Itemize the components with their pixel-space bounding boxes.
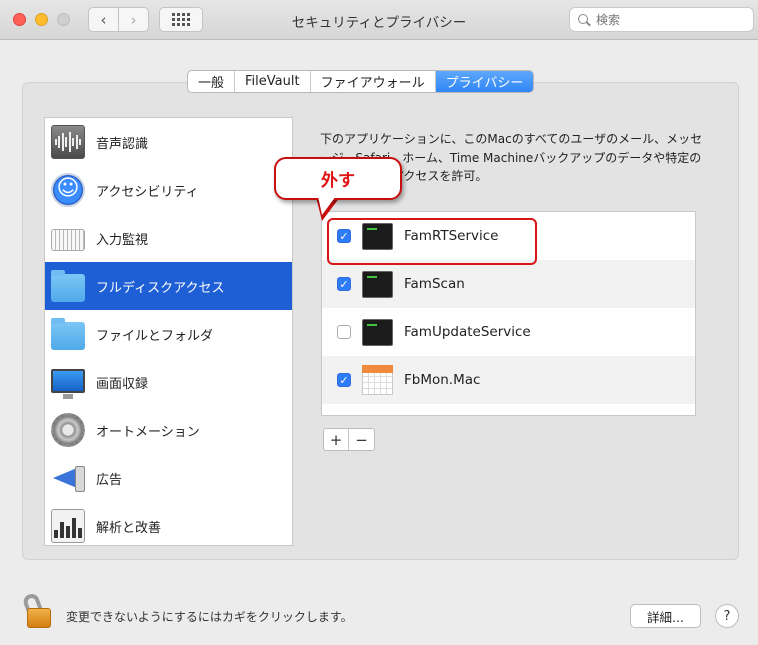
checkbox-fbmon-mac[interactable]: ✓ [337, 373, 351, 387]
add-app-button[interactable]: + [324, 429, 349, 450]
app-name: FamUpdateService [404, 324, 531, 340]
list-item-famscan[interactable]: ✓ FamScan [322, 260, 695, 308]
app-name: FamScan [404, 276, 465, 292]
sidebar-item-input-monitoring[interactable]: 入力監視 [45, 214, 292, 262]
details-button[interactable]: 詳細... [630, 604, 701, 628]
terminal-icon [362, 270, 393, 298]
microphone-waveform-icon [51, 125, 85, 159]
lock-icon[interactable] [21, 591, 53, 630]
gear-icon [51, 413, 85, 447]
highlight-box [327, 218, 537, 265]
tab-bar: 一般 FileVault ファイアウォール プライバシー [187, 70, 535, 93]
search-input[interactable] [596, 12, 746, 27]
sidebar-item-label: 入力監視 [96, 232, 149, 248]
search-field[interactable] [569, 7, 754, 32]
sidebar-item-label: ファイルとフォルダ [96, 328, 214, 344]
sidebar-item-advertising[interactable]: 広告 [45, 454, 292, 502]
list-item-famupdateservice[interactable]: FamUpdateService [322, 308, 695, 356]
folder-icon [51, 318, 85, 350]
sidebar-item-analytics[interactable]: 解析と改善 [45, 502, 292, 545]
sidebar-item-full-disk-access[interactable]: フルディスクアクセス [45, 262, 292, 310]
checkbox-famscan[interactable]: ✓ [337, 277, 351, 291]
sidebar-item-accessibility[interactable]: アクセシビリティ [45, 166, 292, 214]
megaphone-icon [51, 466, 85, 492]
search-icon [578, 13, 590, 26]
list-item-partial [322, 404, 695, 415]
callout-text: 外す [321, 171, 355, 191]
sidebar-item-screen-recording[interactable]: 画面収録 [45, 358, 292, 406]
sidebar-item-label: フルディスクアクセス [96, 280, 225, 296]
tab-firewall[interactable]: ファイアウォール [311, 71, 436, 92]
add-remove-control: + − [323, 428, 375, 451]
keyboard-icon [51, 229, 85, 251]
terminal-icon [362, 318, 393, 346]
sidebar-item-label: 広告 [96, 472, 123, 488]
monitor-icon [51, 369, 85, 399]
remove-app-button[interactable]: − [349, 429, 374, 450]
sidebar-item-automation[interactable]: オートメーション [45, 406, 292, 454]
tab-general[interactable]: 一般 [188, 71, 236, 92]
tab-privacy[interactable]: プライバシー [435, 71, 534, 92]
app-name: FbMon.Mac [404, 372, 481, 388]
sidebar-item-label: オートメーション [96, 424, 200, 440]
list-item-fbmon-mac[interactable]: ✓ FbMon.Mac [322, 356, 695, 404]
sidebar-item-label: 画面収録 [96, 376, 149, 392]
sidebar-item-speech-recognition[interactable]: 音声認識 [45, 118, 292, 166]
chart-icon [51, 509, 85, 543]
lock-hint-text: 変更できないようにするにはカギをクリックします。 [66, 610, 353, 624]
callout-tail-inner [318, 196, 336, 215]
title-bar: ‹ › セキュリティとプライバシー [0, 0, 758, 40]
folder-icon [51, 270, 85, 302]
checkbox-famupdateservice[interactable] [337, 325, 351, 339]
help-button[interactable]: ? [715, 604, 739, 628]
sidebar-item-label: アクセシビリティ [96, 184, 199, 200]
sidebar-item-label: 解析と改善 [96, 520, 162, 536]
callout-bubble: 外す [274, 157, 402, 200]
accessibility-icon [51, 173, 85, 207]
tab-filevault[interactable]: FileVault [235, 71, 311, 92]
sidebar-item-label: 音声認識 [96, 136, 149, 152]
sidebar-item-files-and-folders[interactable]: ファイルとフォルダ [45, 310, 292, 358]
calendar-app-icon [362, 365, 393, 395]
privacy-category-list: 音声認識 アクセシビリティ 入力監視 フルディスクアクセス ファイルとフォルダ … [44, 117, 293, 546]
